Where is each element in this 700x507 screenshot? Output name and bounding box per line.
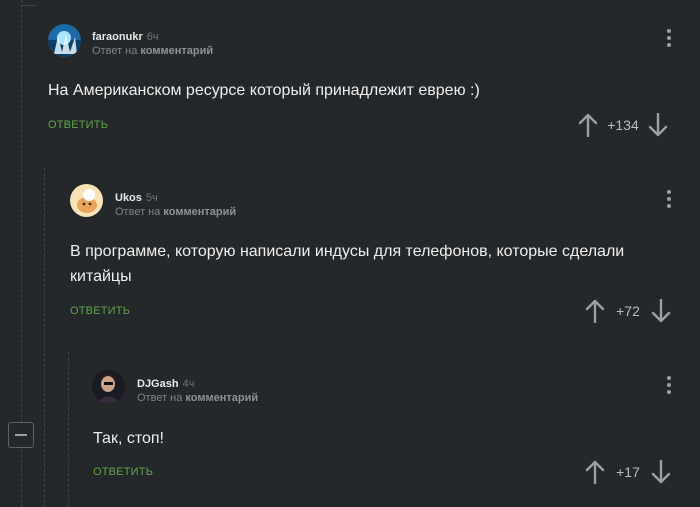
comment-time: 5ч [145, 192, 158, 204]
comment-time: 6ч [146, 31, 159, 43]
upvote-icon[interactable] [578, 113, 598, 137]
more-options-icon[interactable] [666, 376, 672, 397]
reply-to-prefix: Ответ на [137, 392, 183, 404]
comment-text: На Американском ресурсе который принадле… [48, 82, 480, 99]
comment-meta: DJGash 4ч Ответ на комментарий [137, 377, 258, 405]
reply-button[interactable]: ОТВЕТИТЬ [93, 466, 153, 478]
reply-to-line: Ответ на комментарий [137, 391, 258, 405]
downvote-icon[interactable] [651, 460, 671, 484]
reply-to-line: Ответ на комментарий [92, 44, 213, 58]
reply-button[interactable]: ОТВЕТИТЬ [70, 305, 130, 317]
downvote-icon[interactable] [651, 299, 671, 323]
vote-controls: +134 [578, 113, 668, 137]
more-options-icon[interactable] [666, 29, 672, 50]
vote-controls: +17 [585, 460, 671, 484]
author-name[interactable]: DJGash [137, 378, 179, 390]
comment-meta: Ukos 5ч Ответ на комментарий [115, 191, 236, 219]
comment-score: +17 [616, 464, 640, 480]
thread-line-level3 [68, 352, 69, 507]
reply-to-link[interactable]: комментарий [185, 392, 258, 404]
thread-separator [21, 5, 37, 6]
cartoon-avatar-icon[interactable] [70, 184, 103, 217]
comment-time: 4ч [182, 378, 195, 390]
reply-to-prefix: Ответ на [92, 45, 138, 57]
reply-to-prefix: Ответ на [115, 206, 161, 218]
upvote-icon[interactable] [585, 460, 605, 484]
frost-avatar-icon[interactable] [48, 24, 81, 57]
photo-avatar-icon[interactable] [92, 370, 125, 403]
comment-text: В программе, которую написали индусы для… [70, 243, 625, 285]
comment-meta: faraonukr 6ч Ответ на комментарий [92, 30, 213, 58]
reply-to-link[interactable]: комментарий [140, 45, 213, 57]
comment-score: +72 [616, 303, 640, 319]
upvote-icon[interactable] [585, 299, 605, 323]
author-name[interactable]: faraonukr [92, 31, 143, 43]
downvote-icon[interactable] [648, 113, 668, 137]
more-options-icon[interactable] [666, 190, 672, 211]
minus-icon [15, 434, 27, 436]
comment-text: Так, стоп! [93, 430, 164, 447]
comment-score: +134 [607, 117, 639, 133]
author-name[interactable]: Ukos [115, 192, 142, 204]
thread-line-level2 [44, 168, 45, 507]
collapse-thread-button[interactable] [8, 422, 34, 448]
reply-button[interactable]: ОТВЕТИТЬ [48, 119, 108, 131]
vote-controls: +72 [585, 299, 671, 323]
reply-to-line: Ответ на комментарий [115, 205, 236, 219]
reply-to-link[interactable]: комментарий [163, 206, 236, 218]
